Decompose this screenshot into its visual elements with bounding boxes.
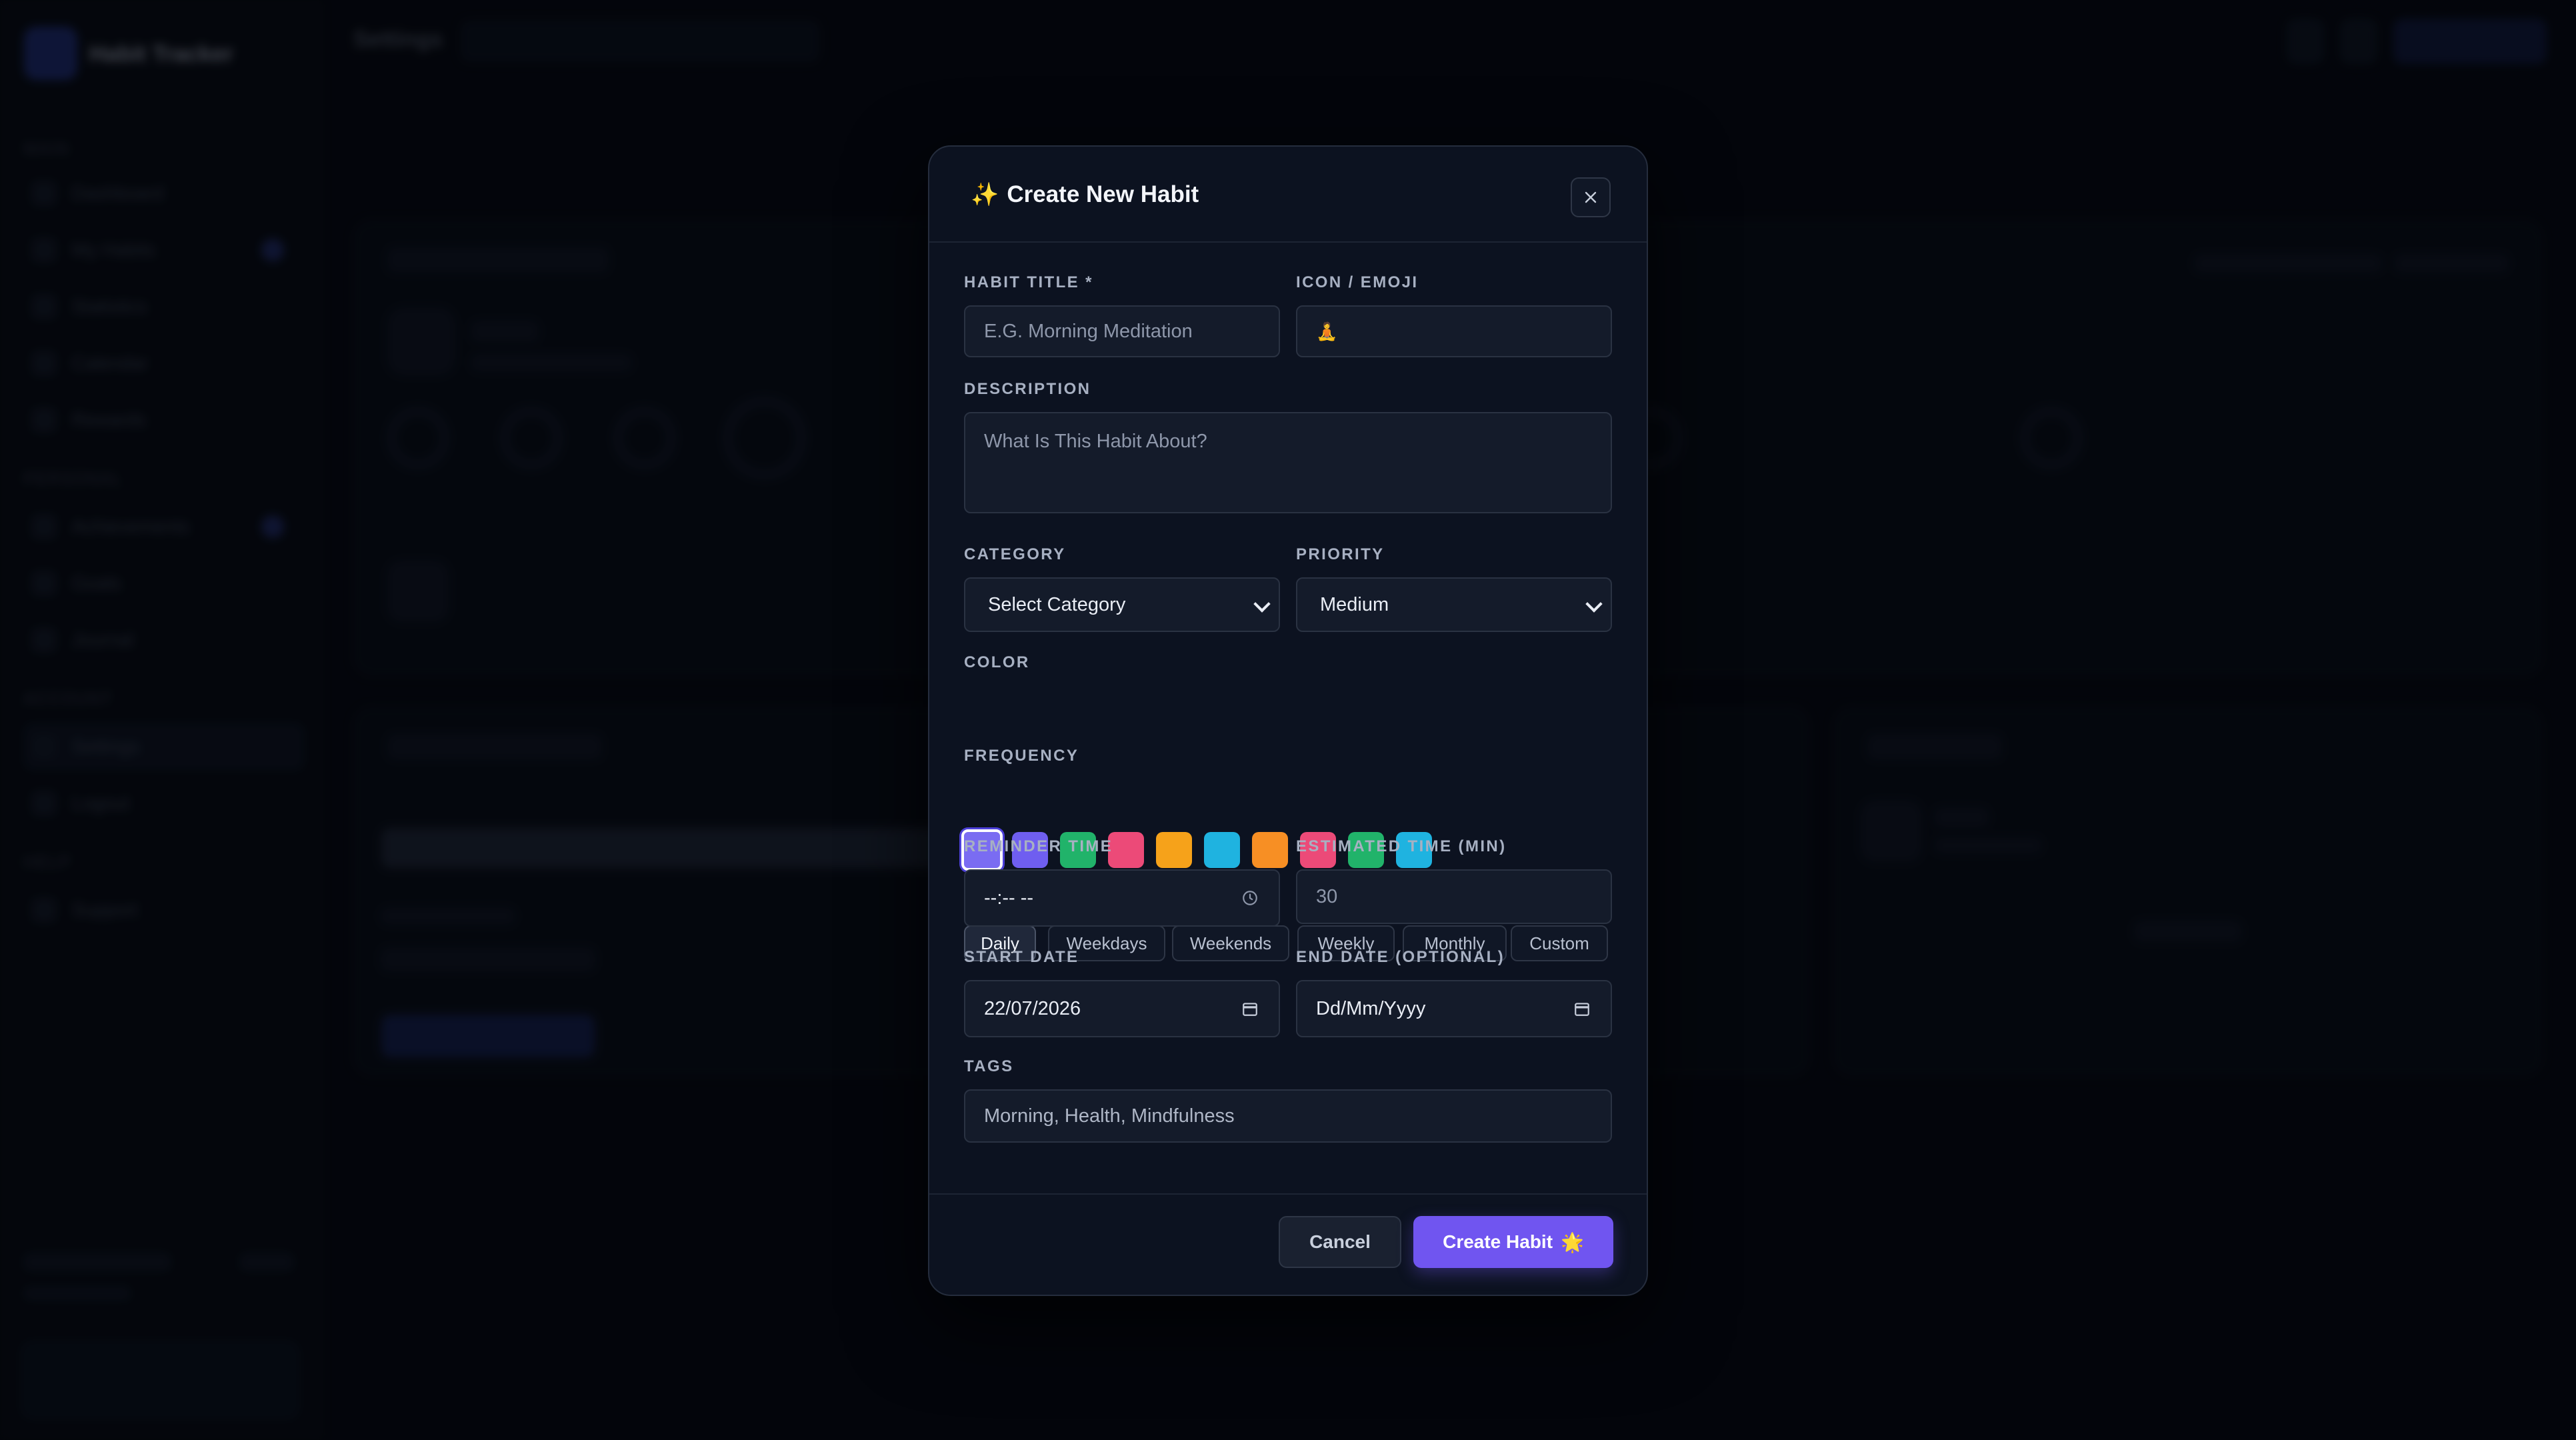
create-habit-button[interactable]: Create Habit 🌟 [1413, 1216, 1613, 1268]
chevron-down-icon [1253, 595, 1271, 613]
color-swatch[interactable] [1204, 832, 1240, 868]
create-habit-label: Create Habit [1443, 1231, 1553, 1252]
star-icon: 🌟 [1561, 1231, 1584, 1253]
reminder-time-value: --:-- -- [984, 887, 1034, 909]
end-date-input[interactable]: Dd/Mm/Yyyy [1296, 980, 1612, 1037]
estimated-time-label: ESTIMATED TIME (MIN) [1296, 837, 1507, 855]
close-icon [1585, 191, 1597, 203]
priority-label: PRIORITY [1296, 545, 1385, 563]
calendar-icon[interactable] [1573, 1000, 1591, 1017]
category-select[interactable]: Select Category [964, 577, 1280, 632]
description-label: DESCRIPTION [964, 380, 1091, 398]
frequency-option-weekends[interactable]: Weekends [1172, 925, 1289, 961]
priority-select[interactable]: Medium [1296, 577, 1612, 632]
icon-input[interactable]: 🧘 [1296, 305, 1612, 357]
modal-title: ✨ Create New Habit [971, 181, 1199, 208]
sparkles-icon: ✨ [971, 182, 999, 207]
create-habit-modal: ✨ Create New Habit HABIT TITLE * E.G. Mo… [928, 145, 1648, 1296]
color-swatch[interactable] [1252, 832, 1288, 868]
frequency-option-custom[interactable]: Custom [1511, 925, 1608, 961]
close-button[interactable] [1571, 177, 1611, 217]
color-swatch[interactable] [1156, 832, 1192, 868]
reminder-time-label: REMINDER TIME [964, 837, 1113, 855]
habit-title-label: HABIT TITLE * [964, 273, 1093, 291]
modal-footer: Cancel Create Habit 🌟 [929, 1193, 1647, 1295]
clock-icon[interactable] [1241, 889, 1259, 907]
tags-label: TAGS [964, 1057, 1014, 1075]
start-date-input[interactable]: 22/07/2026 [964, 980, 1280, 1037]
color-swatch[interactable] [1108, 832, 1144, 868]
reminder-time-input[interactable]: --:-- -- [964, 869, 1280, 927]
end-date-label: END DATE (OPTIONAL) [1296, 948, 1505, 966]
chevron-down-icon [1585, 595, 1603, 613]
category-label: CATEGORY [964, 545, 1066, 563]
description-textarea[interactable]: What Is This Habit About? [964, 412, 1612, 513]
calendar-icon[interactable] [1241, 1000, 1259, 1017]
category-select-value: Select Category [988, 593, 1126, 615]
estimated-time-input[interactable]: 30 [1296, 869, 1612, 924]
frequency-label: FREQUENCY [964, 747, 1079, 765]
modal-title-text: Create New Habit [1007, 181, 1199, 207]
cancel-button[interactable]: Cancel [1279, 1216, 1401, 1268]
start-date-label: START DATE [964, 948, 1079, 966]
priority-select-value: Medium [1320, 593, 1389, 615]
end-date-value: Dd/Mm/Yyyy [1316, 997, 1426, 1019]
modal-header: ✨ Create New Habit [929, 147, 1647, 243]
start-date-value: 22/07/2026 [984, 997, 1081, 1019]
tags-input[interactable]: Morning, Health, Mindfulness [964, 1089, 1612, 1143]
icon-label: ICON / EMOJI [1296, 273, 1419, 291]
color-label: COLOR [964, 653, 1030, 671]
habit-title-input[interactable]: E.G. Morning Meditation [964, 305, 1280, 357]
